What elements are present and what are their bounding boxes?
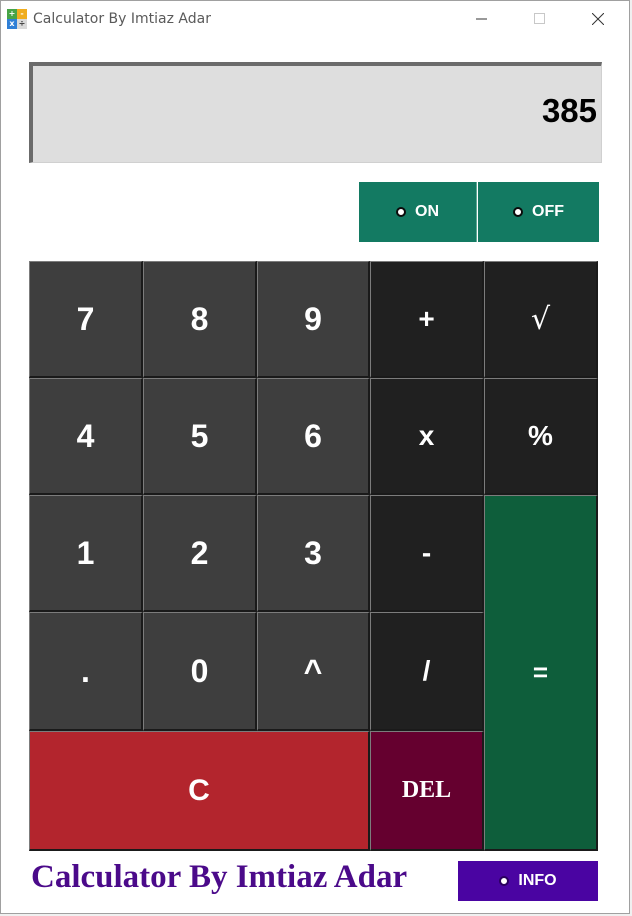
key-equals[interactable]: = [484,495,598,851]
calculator-app-icon: + - x ÷ [7,9,27,29]
radio-off-icon [513,207,523,217]
power-on-button[interactable]: ON [359,182,477,242]
app-icon-times: x [7,19,17,29]
key-3[interactable]: 3 [257,495,370,612]
window-title: Calculator By Imtiaz Adar [33,11,211,27]
key-minus[interactable]: - [370,495,484,612]
key-decimal[interactable]: . [29,612,143,731]
display-value: 385 [541,92,597,129]
key-plus[interactable]: + [370,261,484,378]
info-button[interactable]: INFO [458,861,598,901]
calculator-window: + - x ÷ Calculator By Imtiaz Adar 385 ON… [0,0,630,914]
power-off-label: OFF [532,203,564,220]
close-icon [592,13,604,25]
key-1[interactable]: 1 [29,495,143,612]
key-percent[interactable]: % [484,378,598,495]
app-icon-divide: ÷ [17,19,27,29]
key-6[interactable]: 6 [257,378,370,495]
key-sqrt[interactable]: √ [484,261,598,378]
key-0[interactable]: 0 [143,612,257,731]
calculator-display[interactable]: 385 [29,62,602,163]
title-bar[interactable]: + - x ÷ Calculator By Imtiaz Adar [1,1,629,37]
radio-on-icon [396,207,406,217]
key-5[interactable]: 5 [143,378,257,495]
key-4[interactable]: 4 [29,378,143,495]
minimize-icon [476,18,487,20]
footer-title: Calculator By Imtiaz Adar [31,859,408,895]
maximize-icon [534,13,545,24]
key-divide[interactable]: / [370,612,484,731]
power-off-button[interactable]: OFF [478,182,599,242]
key-clear[interactable]: C [29,731,370,851]
app-icon-minus: - [17,9,27,19]
radio-info-icon [499,876,510,886]
key-8[interactable]: 8 [143,261,257,378]
key-power[interactable]: ^ [257,612,370,731]
info-label: INFO [518,872,557,889]
close-button[interactable] [569,1,627,37]
key-multiply[interactable]: x [370,378,484,495]
key-2[interactable]: 2 [143,495,257,612]
power-on-label: ON [415,203,439,220]
key-7[interactable]: 7 [29,261,143,378]
minimize-button[interactable] [453,1,511,37]
key-delete[interactable]: DEL [370,731,484,851]
key-9[interactable]: 9 [257,261,370,378]
app-icon-plus: + [7,9,17,19]
maximize-button[interactable] [511,1,569,37]
